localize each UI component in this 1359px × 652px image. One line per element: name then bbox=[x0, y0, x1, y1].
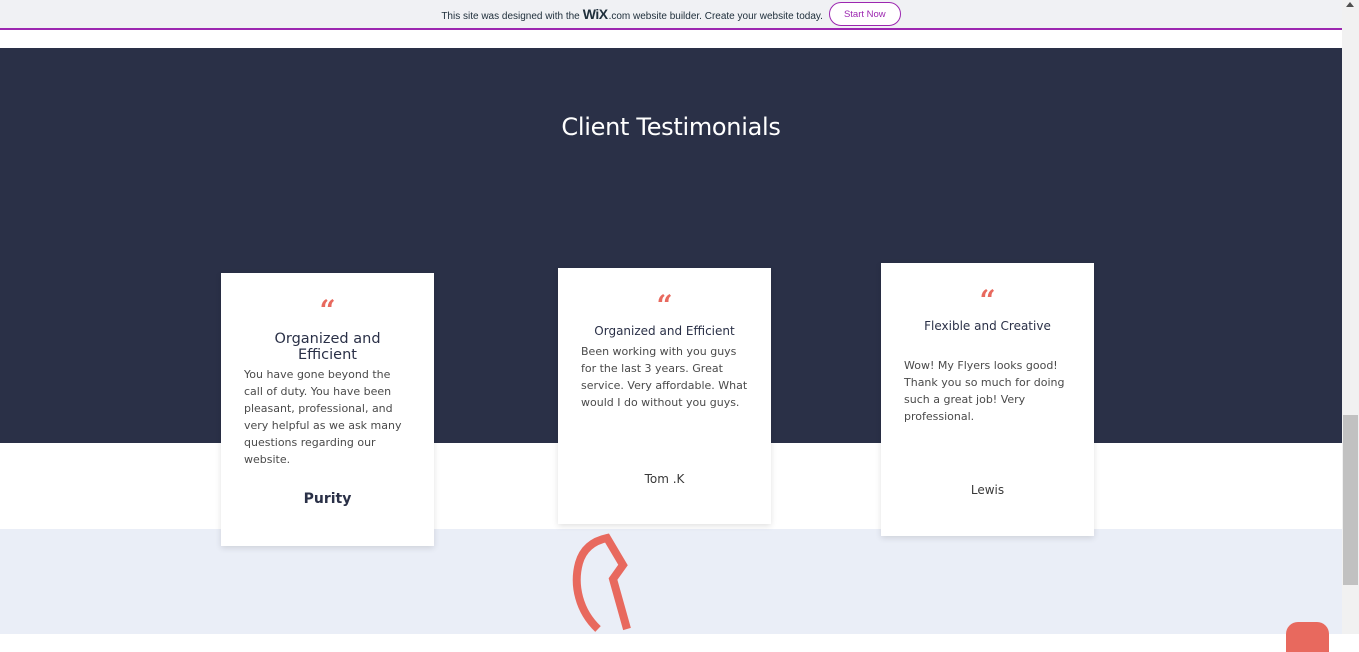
testimonial-card: “ Organized and Efficient Been working w… bbox=[558, 268, 771, 524]
scrollbar-thumb[interactable] bbox=[1343, 415, 1358, 585]
testimonial-text: Wow! My Flyers looks good! Thank you so … bbox=[904, 359, 1065, 423]
banner-suffix: .com website builder. Create your websit… bbox=[608, 11, 823, 22]
chat-icon[interactable] bbox=[1286, 622, 1329, 652]
next-section bbox=[0, 529, 1342, 634]
banner-text: This site was designed with the WiX .com… bbox=[441, 6, 823, 22]
scroll-up-icon[interactable] bbox=[1346, 2, 1354, 7]
section-title: Client Testimonials bbox=[561, 113, 781, 141]
quote-icon: “ bbox=[656, 289, 673, 322]
start-now-button[interactable]: Start Now bbox=[828, 2, 901, 26]
testimonial-card: “ Organized and Efficient You have gone … bbox=[221, 273, 434, 546]
testimonial-author: Purity bbox=[303, 491, 352, 507]
banner-prefix: This site was designed with the bbox=[441, 11, 580, 22]
testimonial-author: Lewis bbox=[970, 483, 1005, 497]
wix-promo-banner: This site was designed with the WiX .com… bbox=[0, 0, 1342, 30]
testimonial-title: Organized and Efficient bbox=[274, 331, 381, 363]
decorative-shape bbox=[572, 533, 631, 632]
testimonial-author: Tom .K bbox=[644, 472, 685, 486]
vertical-scrollbar[interactable] bbox=[1342, 0, 1359, 634]
testimonial-title: Organized and Efficient bbox=[594, 324, 735, 338]
wix-logo[interactable]: WiX bbox=[583, 6, 608, 22]
testimonial-text: Been working with you guys for the last … bbox=[581, 345, 748, 409]
quote-icon: “ bbox=[319, 294, 336, 327]
testimonial-text: You have gone beyond the call of duty. Y… bbox=[244, 368, 402, 466]
testimonial-card: “ Flexible and Creative Wow! My Flyers l… bbox=[881, 263, 1094, 536]
quote-icon: “ bbox=[979, 284, 996, 317]
testimonial-title: Flexible and Creative bbox=[924, 319, 1051, 333]
